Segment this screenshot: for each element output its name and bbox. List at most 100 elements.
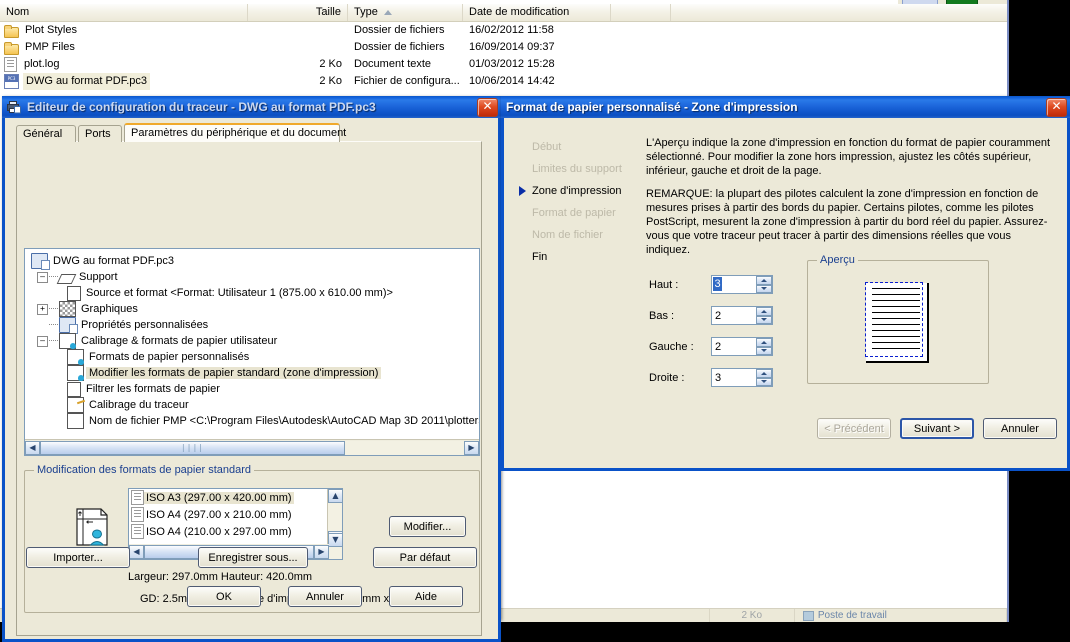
tree-horizontal-scrollbar[interactable]: ◀ |||| ▶	[25, 439, 479, 455]
ok-button[interactable]: OK	[187, 586, 261, 607]
help-button[interactable]: Aide	[389, 586, 463, 607]
tab-general[interactable]: Général	[16, 125, 76, 142]
paper-preview	[865, 282, 929, 363]
table-row[interactable]: DWG au format PDF.pc3 2 Ko Fichier de co…	[0, 73, 1007, 90]
tree-node-graphics[interactable]: + Graphiques	[31, 301, 479, 317]
tree-node-label: Propriétés personnalisées	[81, 319, 209, 331]
scroll-track[interactable]: ||||	[40, 440, 464, 455]
status-location-label: Poste de travail	[817, 610, 887, 621]
droite-spin-buttons[interactable]	[756, 369, 772, 386]
column-header-spacer	[611, 4, 671, 21]
tree-node-calibration[interactable]: – Calibrage & formats de papier utilisat…	[31, 333, 479, 349]
spin-up-icon[interactable]	[756, 307, 772, 316]
field-row-bas: Bas :	[649, 300, 829, 331]
tab-device-document-settings[interactable]: Paramètres du périphérique et du documen…	[124, 123, 346, 142]
save-as-button[interactable]: Enregistrer sous...	[198, 547, 308, 568]
file-name-cell[interactable]: Plot Styles	[0, 22, 248, 39]
spin-up-icon[interactable]	[756, 276, 772, 285]
column-header-type[interactable]: Type	[348, 4, 463, 21]
scroll-left-icon[interactable]: ◀	[25, 440, 40, 455]
spin-up-icon[interactable]	[756, 338, 772, 347]
wizard-step-label: Limites du support	[532, 163, 622, 175]
wizard-titlebar[interactable]: Format de papier personnalisé - Zone d'i…	[501, 96, 1070, 118]
quantity-stepper-droite[interactable]	[711, 368, 773, 387]
tree-node-source-format[interactable]: Source et format <Format: Utilisateur 1 …	[31, 285, 479, 301]
quantity-stepper-bas[interactable]	[711, 306, 773, 325]
tree-node-custom-paper-sizes[interactable]: Formats de papier personnalisés	[31, 349, 479, 365]
file-name-cell[interactable]: DWG au format PDF.pc3	[0, 73, 248, 90]
plotter-node-icon	[31, 253, 50, 270]
expand-toggle-icon[interactable]: +	[37, 303, 48, 315]
scroll-left-icon[interactable]: ◀	[129, 544, 144, 559]
quantity-stepper-gauche[interactable]	[711, 337, 773, 356]
import-button[interactable]: Importer...	[26, 547, 130, 568]
file-name-cell[interactable]: PMP Files	[0, 39, 248, 56]
haut-selected-value: 3	[714, 278, 721, 290]
tree-node-pmp-filename[interactable]: Nom de fichier PMP <C:\Program Files\Aut…	[31, 413, 479, 429]
tree-node-label: Calibrage & formats de papier utilisateu…	[81, 335, 278, 347]
scroll-right-icon[interactable]: ▶	[314, 544, 329, 559]
list-item[interactable]: ISO A4 (297.00 x 210.00 mm)	[129, 506, 342, 523]
file-type-cell: Document texte	[354, 58, 432, 70]
collapse-toggle-icon[interactable]: –	[37, 335, 48, 347]
tree-node-filter-paper-sizes[interactable]: Filtrer les formats de papier	[31, 381, 479, 397]
modify-button[interactable]: Modifier...	[389, 516, 466, 537]
previous-button[interactable]: < Précédent	[817, 418, 891, 439]
table-row[interactable]: PMP Files Dossier de fichiers 16/09/2014…	[0, 39, 1007, 56]
spin-down-icon[interactable]	[756, 284, 772, 293]
bas-spin-buttons[interactable]	[756, 307, 772, 324]
spin-up-icon[interactable]	[756, 369, 772, 378]
spin-down-icon[interactable]	[756, 377, 772, 386]
table-row[interactable]: Plot Styles Dossier de fichiers 16/02/20…	[0, 22, 1007, 39]
paper-dimensions-info: Largeur: 297.0mm Hauteur: 420.0mm	[128, 571, 313, 583]
haut-selection-highlight: 3	[713, 277, 722, 291]
tab-ports[interactable]: Ports	[78, 125, 122, 142]
tree-node-root[interactable]: DWG au format PDF.pc3	[31, 253, 479, 270]
list-item[interactable]: ISO A3 (297.00 x 420.00 mm)	[129, 489, 342, 506]
tree-node-label: Nom de fichier PMP <C:\Program Files\Aut…	[89, 415, 480, 427]
file-list-header: Nom Taille Type Date de modification	[0, 4, 1007, 22]
listbox-vertical-scrollbar[interactable]: ▲ ▼	[327, 489, 342, 559]
close-icon[interactable]: ✕	[1046, 97, 1067, 117]
list-item[interactable]: ISO A4 (210.00 x 297.00 mm)	[129, 523, 342, 540]
tree-connector	[49, 324, 58, 326]
field-row-haut: Haut : 3	[649, 269, 829, 300]
cancel-button[interactable]: Annuler	[288, 586, 362, 607]
scroll-down-icon[interactable]: ▼	[328, 533, 342, 547]
close-icon[interactable]: ✕	[477, 97, 498, 117]
cancel-button[interactable]: Annuler	[983, 418, 1057, 439]
plotter-icon	[7, 100, 22, 114]
scroll-up-icon[interactable]: ▲	[328, 489, 342, 503]
file-name-cell[interactable]: plot.log	[0, 56, 248, 73]
plotter-dialog-titlebar[interactable]: Editeur de configuration du traceur - DW…	[2, 96, 501, 118]
field-label-droite: Droite :	[649, 371, 685, 384]
scroll-track[interactable]	[328, 504, 342, 532]
folder-icon	[4, 24, 19, 38]
file-type-cell: Dossier de fichiers	[354, 24, 445, 36]
spin-down-icon[interactable]	[756, 346, 772, 355]
column-header-date[interactable]: Date de modification	[463, 4, 611, 21]
default-button[interactable]: Par défaut	[373, 547, 477, 568]
file-size-cell	[248, 39, 348, 56]
tree-node-support[interactable]: – Support	[31, 269, 479, 285]
table-row[interactable]: plot.log 2 Ko Document texte 01/03/2012 …	[0, 56, 1007, 73]
haut-spin-buttons[interactable]	[756, 276, 772, 293]
column-header-nom[interactable]: Nom	[0, 4, 248, 21]
next-button[interactable]: Suivant >	[900, 418, 974, 439]
tree-node-custom-properties[interactable]: Propriétés personnalisées	[31, 317, 479, 334]
wizard-step-label: Zone d'impression	[532, 185, 622, 197]
collapse-toggle-icon[interactable]: –	[37, 271, 48, 283]
quantity-stepper-haut[interactable]: 3	[711, 275, 773, 294]
tree-node-plotter-calibration[interactable]: Calibrage du traceur	[31, 397, 479, 413]
gauche-spin-buttons[interactable]	[756, 338, 772, 355]
tree-node-modify-standard-paper[interactable]: Modifier les formats de papier standard …	[31, 365, 479, 381]
plotter-dialog-frame: Général Ports Paramètres du périphérique…	[2, 118, 501, 642]
scroll-right-icon[interactable]: ▶	[464, 440, 479, 455]
column-header-taille[interactable]: Taille	[248, 4, 348, 21]
file-size-cell: 2 Ko	[319, 58, 342, 70]
settings-tree[interactable]: DWG au format PDF.pc3 – Support Source e…	[24, 248, 480, 456]
spin-down-icon[interactable]	[756, 315, 772, 324]
column-header-label: Date de modification	[469, 6, 570, 18]
scroll-thumb[interactable]: ||||	[40, 440, 345, 455]
column-header-label: Taille	[315, 6, 341, 18]
